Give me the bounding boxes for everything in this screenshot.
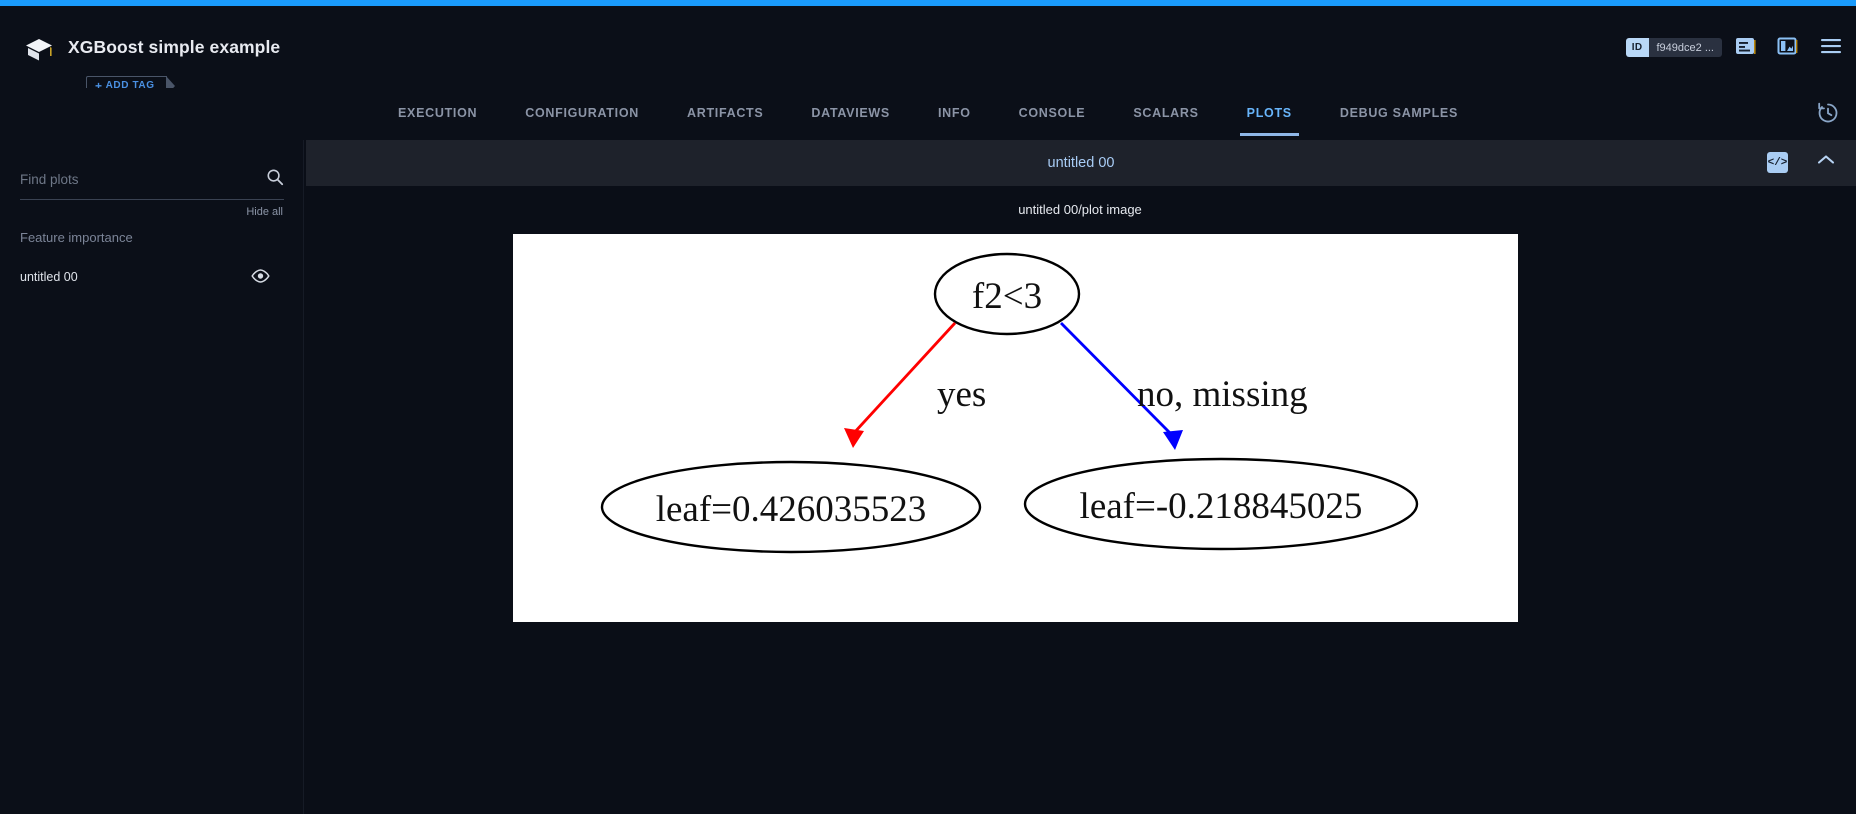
tab-scalars[interactable]: SCALARS (1109, 92, 1222, 136)
plot-panel-header: untitled 00 </> (306, 140, 1856, 187)
tab-console[interactable]: CONSOLE (995, 92, 1110, 136)
plots-main-area: untitled 00 </> untitled 00/plot image f… (304, 140, 1856, 814)
hide-all-button[interactable]: Hide all (246, 206, 283, 218)
app-root: COMPLETED XGBoost simple example + ADD T… (0, 0, 1856, 814)
sidebar-item-untitled-00[interactable]: untitled 00 (0, 260, 304, 294)
tab-configuration[interactable]: CONFIGURATION (501, 92, 663, 136)
tab-plots[interactable]: PLOTS (1223, 92, 1316, 136)
id-value: f949dce2 ... (1649, 38, 1723, 57)
plot-image[interactable]: f2<3 yes no, missing leaf=0.426035523 le… (513, 234, 1518, 622)
search-input[interactable] (20, 172, 240, 187)
split-panel-icon[interactable] (1776, 36, 1798, 61)
xgboost-tree-svg: f2<3 yes no, missing leaf=0.426035523 le… (513, 234, 1518, 622)
tree-edge-yes-label: yes (937, 374, 986, 415)
plot-group-label: Feature importance (20, 230, 133, 245)
tree-node-left-leaf-label: leaf=0.426035523 (656, 489, 927, 530)
tab-artifacts[interactable]: ARTIFACTS (663, 92, 787, 136)
search-row (20, 168, 284, 200)
graduation-cap-icon (24, 36, 54, 64)
tab-debug-samples[interactable]: DEBUG SAMPLES (1316, 92, 1482, 136)
hamburger-menu-icon[interactable] (1820, 38, 1842, 59)
page-title: XGBoost simple example (68, 37, 280, 58)
tab-dataviews[interactable]: DATAVIEWS (787, 92, 914, 136)
list-item-label: untitled 00 (20, 270, 78, 284)
app-header: XGBoost simple example + ADD TAG ID f949… (0, 6, 1856, 88)
tab-execution[interactable]: EXECUTION (374, 92, 501, 136)
plot-panel-actions: </> (1767, 152, 1836, 173)
report-icon[interactable] (1734, 36, 1756, 61)
tab-info[interactable]: INFO (914, 92, 995, 136)
refresh-history-icon[interactable] (1816, 101, 1840, 130)
main-tab-bar: EXECUTION CONFIGURATION ARTIFACTS DATAVI… (0, 88, 1856, 140)
tree-node-right-leaf-label: leaf=-0.218845025 (1080, 486, 1363, 527)
plot-image-caption: untitled 00/plot image (304, 202, 1856, 217)
eye-icon[interactable] (251, 269, 270, 288)
plots-sidebar: Hide all Feature importance untitled 00 (0, 140, 304, 814)
search-icon[interactable] (266, 168, 284, 191)
tree-node-root-label: f2<3 (972, 276, 1042, 317)
tree-edge-no-label: no, missing (1137, 374, 1308, 415)
chevron-up-icon[interactable] (1816, 153, 1836, 172)
task-id-chip[interactable]: ID f949dce2 ... (1626, 38, 1722, 57)
id-label: ID (1626, 38, 1649, 57)
plot-panel-title: untitled 00 (1048, 155, 1115, 171)
code-brackets-icon[interactable]: </> (1767, 152, 1788, 173)
